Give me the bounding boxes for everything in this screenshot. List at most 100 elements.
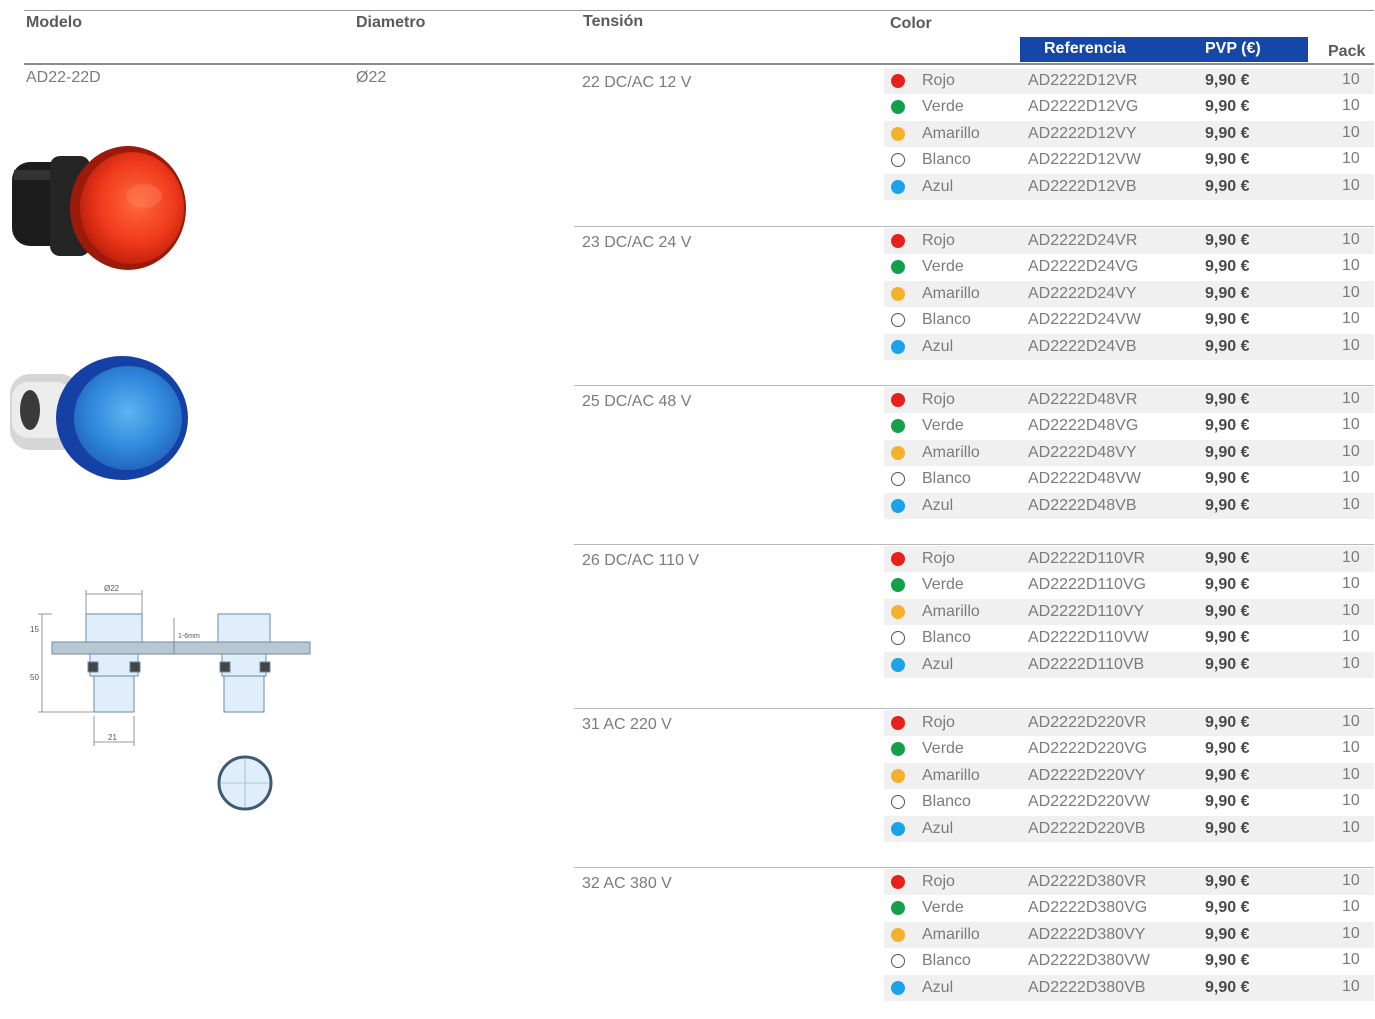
voltage-label: 23 DC/AC 24 V bbox=[582, 234, 692, 251]
pack-value: 10 bbox=[1342, 283, 1360, 301]
pack-value: 10 bbox=[1342, 71, 1360, 88]
pack-value: 10 bbox=[1342, 924, 1360, 942]
color-name: Verde bbox=[922, 740, 964, 758]
pack-value: 10 bbox=[1342, 549, 1360, 566]
color-name: Blanco bbox=[922, 952, 971, 970]
pack-value: 10 bbox=[1342, 765, 1360, 783]
reference-code: AD2222D110VW bbox=[1028, 629, 1149, 647]
table-row: Azul AD2222D48VB 9,90 € 10 bbox=[884, 492, 1374, 519]
color-dot-icon bbox=[891, 100, 905, 115]
color-dot-icon bbox=[891, 954, 905, 969]
price-value: 9,90 € bbox=[1205, 284, 1250, 302]
table-row: Verde AD2222D24VG 9,90 € 10 bbox=[884, 254, 1374, 280]
voltage-group: 26 DC/AC 110 V Rojo AD2222D110VR 9,90 €10 Ve… bbox=[0, 544, 1375, 696]
price-value: 9,90 € bbox=[1205, 925, 1250, 943]
pack-value: 10 bbox=[1342, 97, 1360, 115]
header-pack: Pack bbox=[1328, 43, 1366, 60]
voltage-group: 25 DC/AC 48 V Rojo AD2222D48VR 9,90 €10 Verd… bbox=[0, 385, 1375, 537]
price-value: 9,90 € bbox=[1205, 550, 1250, 567]
price-value: 9,90 € bbox=[1205, 899, 1250, 917]
pack-value: 10 bbox=[1342, 416, 1360, 434]
color-dot-icon bbox=[891, 980, 905, 995]
color-dot-icon bbox=[891, 631, 905, 646]
price-value: 9,90 € bbox=[1205, 629, 1250, 647]
price-value: 9,90 € bbox=[1205, 714, 1250, 731]
table-row: Rojo AD2222D110VR 9,90 € 10 bbox=[884, 546, 1374, 572]
group-divider bbox=[574, 385, 1374, 386]
pack-value: 10 bbox=[1342, 150, 1360, 168]
price-value: 9,90 € bbox=[1205, 602, 1250, 620]
reference-code: AD2222D48VW bbox=[1028, 470, 1141, 488]
color-name: Verde bbox=[922, 899, 964, 917]
reference-code: AD2222D380VW bbox=[1028, 952, 1150, 970]
reference-code: AD2222D24VR bbox=[1028, 232, 1138, 249]
table-row: Blanco AD2222D12VW 9,90 € 10 bbox=[884, 147, 1374, 173]
reference-code: AD2222D48VY bbox=[1028, 443, 1137, 461]
color-dot-icon bbox=[891, 795, 905, 810]
pack-value: 10 bbox=[1342, 977, 1360, 995]
color-name: Azul bbox=[922, 177, 954, 195]
table-row: Verde AD2222D220VG 9,90 € 10 bbox=[884, 736, 1374, 762]
table-row: Azul AD2222D380VB 9,90 € 10 bbox=[884, 974, 1374, 1001]
table-row: Amarillo AD2222D380VY 9,90 € 10 bbox=[884, 921, 1374, 948]
voltage-group: 32 AC 380 V Rojo AD2222D380VR 9,90 €10 Verde… bbox=[0, 867, 1375, 1019]
top-rule bbox=[24, 10, 1374, 11]
pack-value: 10 bbox=[1342, 336, 1360, 354]
table-row: Rojo AD2222D48VR 9,90 € 10 bbox=[884, 387, 1374, 413]
reference-code: AD2222D380VB bbox=[1028, 978, 1146, 996]
price-value: 9,90 € bbox=[1205, 496, 1250, 514]
reference-code: AD2222D12VB bbox=[1028, 177, 1137, 195]
reference-code: AD2222D110VG bbox=[1028, 576, 1146, 594]
color-dot-icon bbox=[891, 657, 905, 672]
voltage-group: 23 DC/AC 24 V Rojo AD2222D24VR 9,90 €10 Verd… bbox=[0, 226, 1375, 378]
table-row: Azul AD2222D110VB 9,90 € 10 bbox=[884, 651, 1374, 678]
reference-code: AD2222D380VY bbox=[1028, 925, 1146, 943]
table-row: Blanco AD2222D48VW 9,90 € 10 bbox=[884, 466, 1374, 492]
reference-code: AD2222D12VR bbox=[1028, 72, 1138, 89]
voltage-group: 22 DC/AC 12 V Rojo AD2222D12VR 9,90 €10 Verd… bbox=[0, 66, 1375, 218]
price-value: 9,90 € bbox=[1205, 470, 1250, 488]
pack-value: 10 bbox=[1342, 495, 1360, 513]
header-bar: Referencia PVP (€) bbox=[1020, 37, 1308, 62]
pack-value: 10 bbox=[1342, 628, 1360, 646]
voltage-label: 26 DC/AC 110 V bbox=[582, 552, 700, 569]
price-value: 9,90 € bbox=[1205, 443, 1250, 461]
color-dot-icon bbox=[891, 768, 905, 783]
table-row: Amarillo AD2222D12VY 9,90 € 10 bbox=[884, 120, 1374, 147]
color-name: Rojo bbox=[922, 72, 955, 89]
pack-value: 10 bbox=[1342, 310, 1360, 328]
color-dot-icon bbox=[891, 74, 905, 88]
pack-value: 10 bbox=[1342, 654, 1360, 672]
color-name: Amarillo bbox=[922, 925, 980, 943]
color-name: Rojo bbox=[922, 391, 955, 408]
header-pvp: PVP (€) bbox=[1205, 40, 1261, 57]
table-row: Azul AD2222D24VB 9,90 € 10 bbox=[884, 333, 1374, 360]
table-row: Verde AD2222D110VG 9,90 € 10 bbox=[884, 572, 1374, 598]
color-dot-icon bbox=[891, 901, 905, 916]
reference-code: AD2222D110VB bbox=[1028, 655, 1145, 673]
voltage-label: 32 AC 380 V bbox=[582, 875, 672, 892]
voltage-label: 31 AC 220 V bbox=[582, 716, 672, 733]
color-name: Verde bbox=[922, 576, 964, 594]
table-row: Amarillo AD2222D220VY 9,90 € 10 bbox=[884, 762, 1374, 789]
pack-value: 10 bbox=[1342, 739, 1360, 757]
price-value: 9,90 € bbox=[1205, 72, 1250, 89]
color-name: Amarillo bbox=[922, 443, 980, 461]
pack-value: 10 bbox=[1342, 123, 1360, 141]
header-color: Color bbox=[890, 15, 932, 32]
color-name: Blanco bbox=[922, 311, 971, 329]
price-value: 9,90 € bbox=[1205, 258, 1250, 276]
color-dot-icon bbox=[891, 286, 905, 301]
pack-value: 10 bbox=[1342, 898, 1360, 916]
group-divider bbox=[574, 867, 1374, 868]
color-name: Amarillo bbox=[922, 284, 980, 302]
color-name: Verde bbox=[922, 98, 964, 116]
color-name: Amarillo bbox=[922, 124, 980, 142]
reference-code: AD2222D220VG bbox=[1028, 740, 1148, 758]
table-row: Amarillo AD2222D110VY 9,90 € 10 bbox=[884, 598, 1374, 625]
group-divider bbox=[574, 226, 1374, 227]
color-dot-icon bbox=[891, 927, 905, 942]
price-value: 9,90 € bbox=[1205, 391, 1250, 408]
color-name: Rojo bbox=[922, 550, 955, 567]
table-row: Verde AD2222D380VG 9,90 € 10 bbox=[884, 895, 1374, 921]
